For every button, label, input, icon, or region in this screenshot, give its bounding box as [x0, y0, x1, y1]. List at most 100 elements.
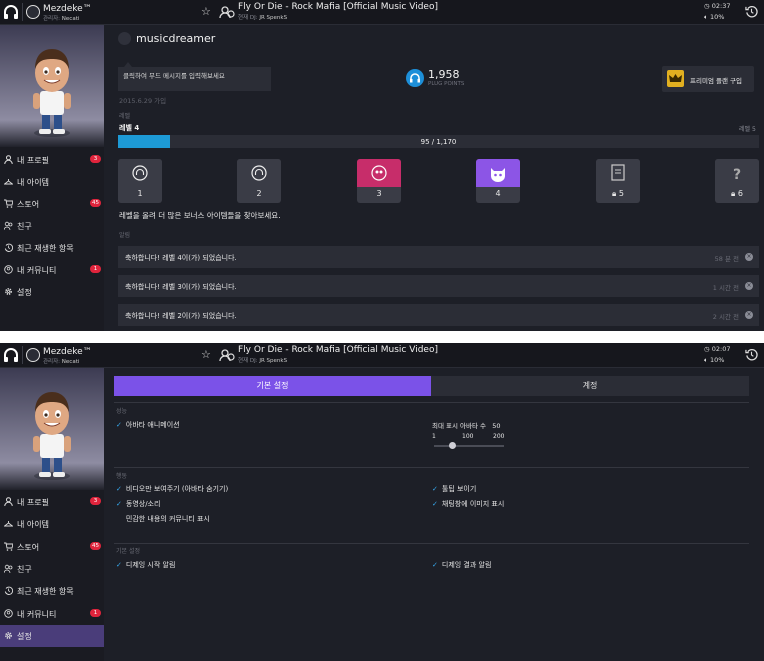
headphones-logo-icon[interactable] [3, 347, 19, 363]
max-avatars-slider[interactable] [434, 442, 504, 449]
next-level: 레벨 5 [739, 126, 756, 133]
notification-badge: 45 [90, 542, 101, 550]
sidebar-item-friends[interactable]: 친구 [0, 558, 104, 580]
tab-account[interactable]: 계정 [431, 376, 749, 396]
tooltips-checkbox[interactable]: ✓ 툴팁 보이기 [432, 484, 476, 494]
history-icon[interactable] [745, 348, 758, 361]
section-basic: 기본 설정 [116, 548, 140, 555]
level-badge-6[interactable]: ? 🔒︎ 6 [715, 159, 759, 203]
user-add-icon[interactable] [219, 348, 235, 362]
notification-item: 축하합니다! 레벨 2이(가) 되었습니다. 2 시간 전 × [118, 304, 759, 326]
history-icon [4, 586, 13, 595]
sidebar-item-recent[interactable]: 최근 재생한 항목 [0, 237, 104, 259]
video-sound-checkbox[interactable]: ✓ 동영상/소리 [116, 499, 160, 509]
sidebar-item-label: 최근 재생한 항목 [17, 244, 74, 253]
headphones-logo-icon[interactable] [3, 4, 19, 20]
current-dj: 현재 DJ: JR SpenkS [238, 358, 288, 364]
notification-badge: 1 [90, 609, 101, 617]
video-only-checkbox[interactable]: ✓ 비디오만 보여주기 (아바타 숨기기) [116, 484, 228, 494]
divider [114, 543, 749, 544]
avatar-animation-checkbox[interactable]: ✓ 아바타 애니메이션 [116, 420, 180, 430]
level-number: 1 [137, 189, 143, 198]
friends-icon [4, 564, 13, 573]
history-icon[interactable] [745, 5, 758, 18]
level-badge-5[interactable]: 🔒︎ 5 [596, 159, 640, 203]
mood-message-input[interactable]: 클릭하여 무드 메시지를 입력해보세요 [118, 67, 271, 91]
sensitive-community-checkbox[interactable]: ✓민감한 내용의 커뮤니티 표시 [116, 514, 210, 524]
sidebar: 내 프로필 3 내 아이템 스토어 45 친구 최근 재생한 항목 내 커뮤니티 1 … [0, 25, 104, 331]
divider [114, 402, 749, 403]
level-badge-3[interactable]: 3 [357, 159, 401, 203]
level-badge-top: ? [715, 159, 759, 187]
hanger-icon [4, 179, 13, 185]
star-icon[interactable]: ☆ [201, 349, 211, 360]
close-icon[interactable]: × [745, 253, 753, 261]
lock-icon: 🔒︎ [731, 189, 736, 198]
sidebar-item-profile[interactable]: 내 프로필 3 [0, 491, 104, 513]
sidebar-item-settings[interactable]: 설정 [0, 625, 104, 647]
cart-icon [4, 542, 13, 551]
sidebar-item-label: 스토어 [17, 200, 40, 209]
sidebar-item-items[interactable]: 내 아이템 [0, 171, 104, 193]
sidebar-item-community[interactable]: 내 커뮤니티 1 [0, 259, 104, 281]
topbar-username: Mezdeke™ [43, 4, 92, 14]
crown-icon [667, 70, 684, 87]
sidebar: 내 프로필 3 내 아이템 스토어 45 친구 최근 재생한 항목 내 커뮤니티 1 … [0, 368, 104, 661]
level-badge-4[interactable]: 4 [476, 159, 520, 203]
gear-icon [5, 288, 12, 295]
current-dj: 현재 DJ: JR SpenkS [238, 15, 288, 21]
level-badge-1[interactable]: 1 [118, 159, 162, 203]
divider [114, 467, 749, 468]
notification-badge: 45 [90, 199, 101, 207]
song-title: Fly Or Die - Rock Mafia [Official Music … [238, 345, 438, 355]
premium-button[interactable]: 프리미엄 플랜 구입 [662, 66, 754, 92]
level-badge-2[interactable]: 2 [237, 159, 281, 203]
sidebar-item-items[interactable]: 내 아이템 [0, 513, 104, 535]
close-icon[interactable]: × [745, 282, 753, 290]
level-badge-top [118, 159, 162, 187]
level-number: 4 [495, 189, 501, 198]
notification-item: 축하합니다! 레벨 4이(가) 되었습니다. 58 분 전 × [118, 246, 759, 268]
notification-item: 축하합니다! 레벨 3이(가) 되었습니다. 1 시간 전 × [118, 275, 759, 297]
level-number: 🔒︎ 5 [612, 189, 624, 198]
level-badge-top [596, 159, 640, 187]
lock-icon: 🔒︎ [612, 189, 617, 198]
volume-control[interactable]: 🔈︎ 10% [704, 13, 724, 22]
settings-screen: Mezdeke™ 관리자: Necati ☆ Fly Or Die - Rock… [0, 343, 764, 661]
notification-message: 축하합니다! 레벨 2이(가) 되었습니다. [125, 312, 237, 320]
plug-points-label: PLUG POINTS [428, 81, 465, 87]
level-section-label: 레벨 [119, 113, 131, 120]
dj-result-alert-checkbox[interactable]: ✓ 디제잉 결과 알림 [432, 560, 491, 570]
sidebar-item-settings[interactable]: 설정 [0, 281, 104, 303]
tab-basic-settings[interactable]: 기본 설정 [114, 376, 431, 396]
top-bar: Mezdeke™ 관리자: Necati ☆ Fly Or Die - Rock… [0, 0, 764, 25]
user-add-icon[interactable] [219, 5, 235, 19]
svg-text:?: ? [733, 167, 741, 183]
star-icon[interactable]: ☆ [201, 6, 211, 17]
close-icon[interactable]: × [745, 311, 753, 319]
current-level: 레벨 4 [119, 124, 140, 132]
notification-time: 2 시간 전 [712, 313, 739, 321]
checkmark-icon: ✓ [432, 500, 438, 508]
sidebar-item-recent[interactable]: 최근 재생한 항목 [0, 580, 104, 602]
chat-images-checkbox[interactable]: ✓ 채팅창에 이미지 표시 [432, 499, 504, 509]
sidebar-item-label: 내 커뮤니티 [17, 266, 57, 275]
community-icon [4, 609, 13, 618]
volume-control[interactable]: 🔈︎ 10% [704, 356, 724, 365]
divider [22, 3, 23, 21]
notification-time: 1 시간 전 [712, 284, 739, 292]
community-icon [4, 265, 13, 274]
slider-handle[interactable] [448, 442, 456, 449]
dj-start-alert-checkbox[interactable]: ✓ 디제잉 시작 알림 [116, 560, 175, 570]
sidebar-item-label: 설정 [17, 632, 32, 641]
level-badge-top [476, 159, 520, 187]
sidebar-item-friends[interactable]: 친구 [0, 215, 104, 237]
sidebar-item-store[interactable]: 스토어 45 [0, 536, 104, 558]
gear-icon [5, 632, 12, 639]
notification-badge: 3 [90, 155, 101, 163]
sidebar-item-store[interactable]: 스토어 45 [0, 193, 104, 215]
sidebar-item-profile[interactable]: 내 프로필 3 [0, 149, 104, 171]
avatar [0, 25, 104, 147]
sidebar-item-community[interactable]: 내 커뮤니티 1 [0, 603, 104, 625]
level-number: 3 [376, 189, 382, 198]
